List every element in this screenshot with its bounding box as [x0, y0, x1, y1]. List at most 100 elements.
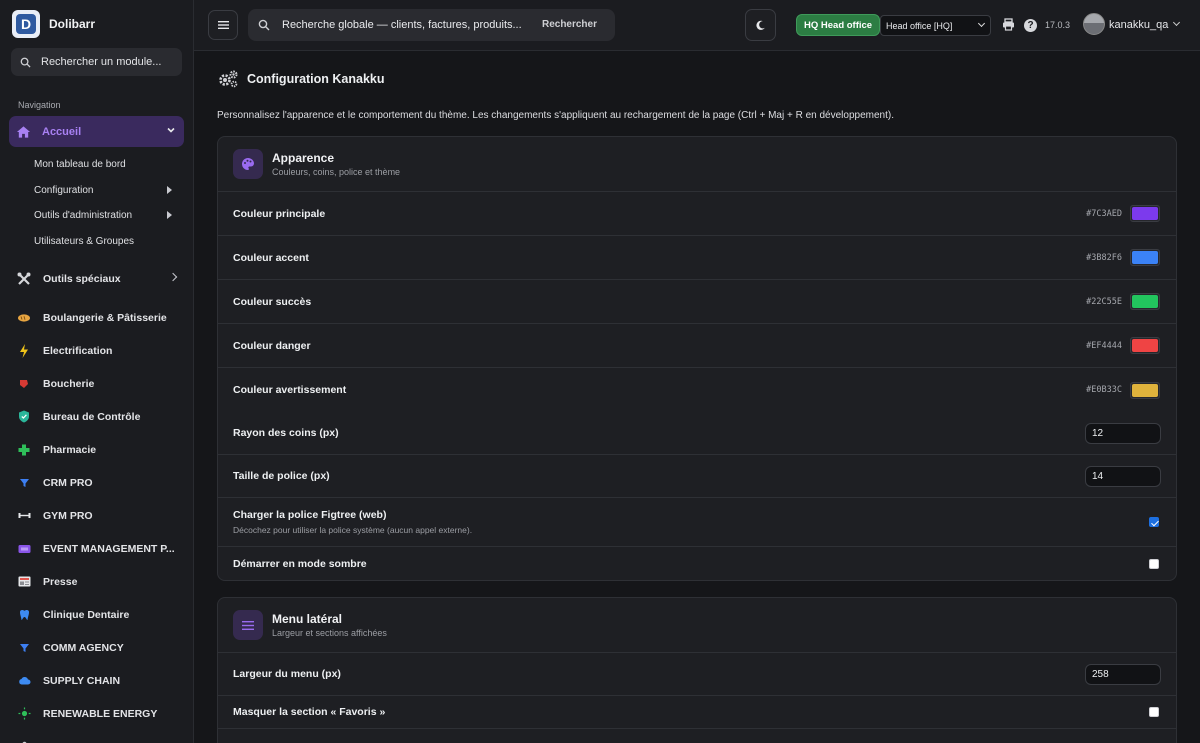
color-hex-value: #3B82F6 — [1086, 252, 1122, 263]
sidebar-subitem-label: Outils d'administration — [34, 210, 133, 222]
sidebar-item-module[interactable]: Electrification — [0, 334, 193, 367]
entity-badge[interactable]: HQ Head office — [796, 14, 881, 36]
module-search-input[interactable]: Rechercher un module... — [11, 48, 182, 76]
card-title: Apparence — [272, 151, 335, 165]
color-picker[interactable] — [1130, 293, 1160, 310]
sidebar-subitem-users-groups[interactable]: Utilisateurs & Groupes — [0, 229, 193, 255]
menu-toggle-button[interactable] — [208, 10, 238, 40]
color-picker[interactable] — [1130, 205, 1160, 222]
sidebar-menu-card-header: Menu latéral Largeur et sections affiché… — [218, 598, 1176, 653]
sidebar-item-module[interactable]: COMM AGENCY — [0, 631, 193, 664]
color-hex-value: #E0B33C — [1086, 385, 1122, 395]
entity-select[interactable]: Head office [HQ] — [880, 15, 991, 36]
sidebar: D Dolibarr Rechercher un module... Navig… — [0, 0, 194, 743]
module-search-placeholder: Rechercher un module... — [41, 56, 162, 68]
setting-row-figtree: Charger la police Figtree (web) Décochez… — [218, 498, 1176, 547]
chevron-down-icon — [1173, 18, 1181, 27]
color-picker[interactable] — [1130, 249, 1160, 266]
printer-icon[interactable] — [1002, 18, 1015, 31]
main-content: Configuration Kanakku Personnalisez l'ap… — [194, 51, 1200, 743]
setting-row-menu-width: Largeur du menu (px) 258 — [218, 653, 1176, 696]
sun-icon — [17, 707, 31, 721]
dark-mode-checkbox[interactable] — [1149, 558, 1159, 569]
sidebar-item-label: Bureau de Contrôle — [43, 410, 141, 423]
setting-label: Rayon des coins (px) — [233, 427, 339, 439]
color-picker[interactable] — [1130, 337, 1160, 354]
page-header: Configuration Kanakku — [217, 69, 385, 89]
funnel-icon — [17, 641, 31, 655]
setting-help: Décochez pour utiliser la police système… — [233, 525, 473, 535]
setting-row-hide-favorites: Masquer la section « Favoris » — [218, 696, 1176, 729]
setting-row-font-size: Taille de police (px) 14 — [218, 455, 1176, 498]
setting-row-color: Couleur principale #7C3AED — [218, 192, 1176, 236]
radius-input[interactable]: 12 — [1085, 422, 1161, 444]
setting-label: Couleur danger — [233, 339, 311, 352]
newspaper-icon — [17, 575, 31, 589]
setting-label: Masquer la section « Favoris » — [233, 706, 386, 718]
sidebar-item-accueil[interactable]: Accueil — [9, 116, 184, 147]
sidebar-item-label: Clinique Dentaire — [43, 608, 130, 621]
appearance-card: Apparence Couleurs, coins, police et thè… — [217, 136, 1177, 581]
topbar: Recherche globale — clients, factures, p… — [194, 0, 1200, 51]
card-subtitle: Couleurs, coins, police et thème — [272, 167, 401, 177]
sidebar-item-label: RENEWABLE ENERGY — [43, 707, 158, 720]
sidebar-item-module[interactable]: Pharmacie — [0, 433, 193, 466]
figtree-checkbox[interactable] — [1149, 517, 1159, 527]
color-swatch — [1132, 207, 1158, 220]
sidebar-item-module[interactable]: Boulangerie & Pâtisserie — [0, 301, 193, 334]
hide-favorites-checkbox[interactable] — [1149, 707, 1159, 717]
sidebar-subitem-configuration[interactable]: Configuration — [0, 178, 193, 204]
setting-row-next — [218, 729, 1176, 743]
sidebar-item-module[interactable]: EVENT MANAGEMENT P... — [0, 532, 193, 565]
search-icon — [258, 19, 270, 31]
sidebar-item-module[interactable]: SUPPLY CHAIN — [0, 664, 193, 697]
brand-logo: D — [12, 10, 40, 38]
setting-label: Largeur du menu (px) — [233, 668, 341, 680]
lightning-icon — [17, 343, 31, 358]
sidebar-item-module[interactable]: RENEWABLE ENERGY — [0, 697, 193, 730]
ticket-icon — [17, 542, 31, 556]
sidebar-subitem-label: Configuration — [34, 184, 94, 196]
avatar — [1083, 13, 1105, 35]
sidebar-item-module[interactable]: CRM PRO — [0, 466, 193, 499]
global-search-input[interactable]: Recherche globale — clients, factures, p… — [248, 9, 615, 41]
sidebar-subitem-admin-tools[interactable]: Outils d'administration — [0, 203, 193, 229]
font-size-input[interactable]: 14 — [1085, 465, 1161, 487]
sidebar-item-module[interactable]: HR PRO — [0, 730, 193, 743]
home-icon — [16, 125, 31, 138]
sidebar-subitem-dashboard[interactable]: Mon tableau de bord — [0, 152, 193, 178]
color-hex-value: #EF4444 — [1086, 340, 1122, 351]
sidebar-item-module[interactable]: Presse — [0, 565, 193, 598]
sidebar-item-module[interactable]: Bureau de Contrôle — [0, 400, 193, 433]
sidebar-item-label: Accueil — [42, 125, 82, 138]
setting-row-color: Couleur succès #22C55E — [218, 280, 1176, 324]
page-description: Personnalisez l'apparence et le comporte… — [217, 110, 894, 121]
sidebar-subitem-label: Utilisateurs & Groupes — [34, 235, 135, 247]
sidebar-item-label: Presse — [43, 575, 78, 588]
color-swatch — [1132, 383, 1158, 397]
global-search-placeholder: Recherche globale — clients, factures, p… — [282, 19, 522, 31]
sidebar-item-label: GYM PRO — [43, 509, 93, 522]
sidebar-item-module[interactable]: Clinique Dentaire — [0, 598, 193, 631]
list-icon — [233, 610, 263, 640]
sidebar-item-special-tools[interactable]: Outils spéciaux — [0, 262, 193, 295]
color-picker[interactable] — [1130, 381, 1160, 399]
help-icon[interactable]: ? — [1024, 19, 1037, 32]
moon-icon — [756, 20, 765, 30]
sidebar-item-label: Electrification — [43, 344, 113, 357]
card-subtitle: Largeur et sections affichées — [272, 628, 387, 638]
tooth-icon — [17, 608, 31, 622]
sidebar-item-module[interactable]: Boucherie — [0, 367, 193, 400]
brand[interactable]: D Dolibarr — [0, 0, 193, 48]
dark-mode-toggle[interactable] — [745, 9, 776, 41]
sidebar-item-module[interactable]: GYM PRO — [0, 499, 193, 532]
color-settings: Couleur principale #7C3AED Couleur accent #… — [218, 192, 1176, 412]
setting-row-color: Couleur danger #EF4444 — [218, 324, 1176, 368]
username: kanakku_qa — [1109, 18, 1169, 31]
user-menu[interactable]: kanakku_qa — [1083, 13, 1181, 35]
color-swatch — [1132, 339, 1158, 352]
global-search-button[interactable]: Rechercher — [542, 19, 597, 30]
chevron-down-icon — [167, 127, 175, 133]
chevron-right-icon — [168, 272, 178, 282]
menu-width-input[interactable]: 258 — [1085, 663, 1161, 685]
